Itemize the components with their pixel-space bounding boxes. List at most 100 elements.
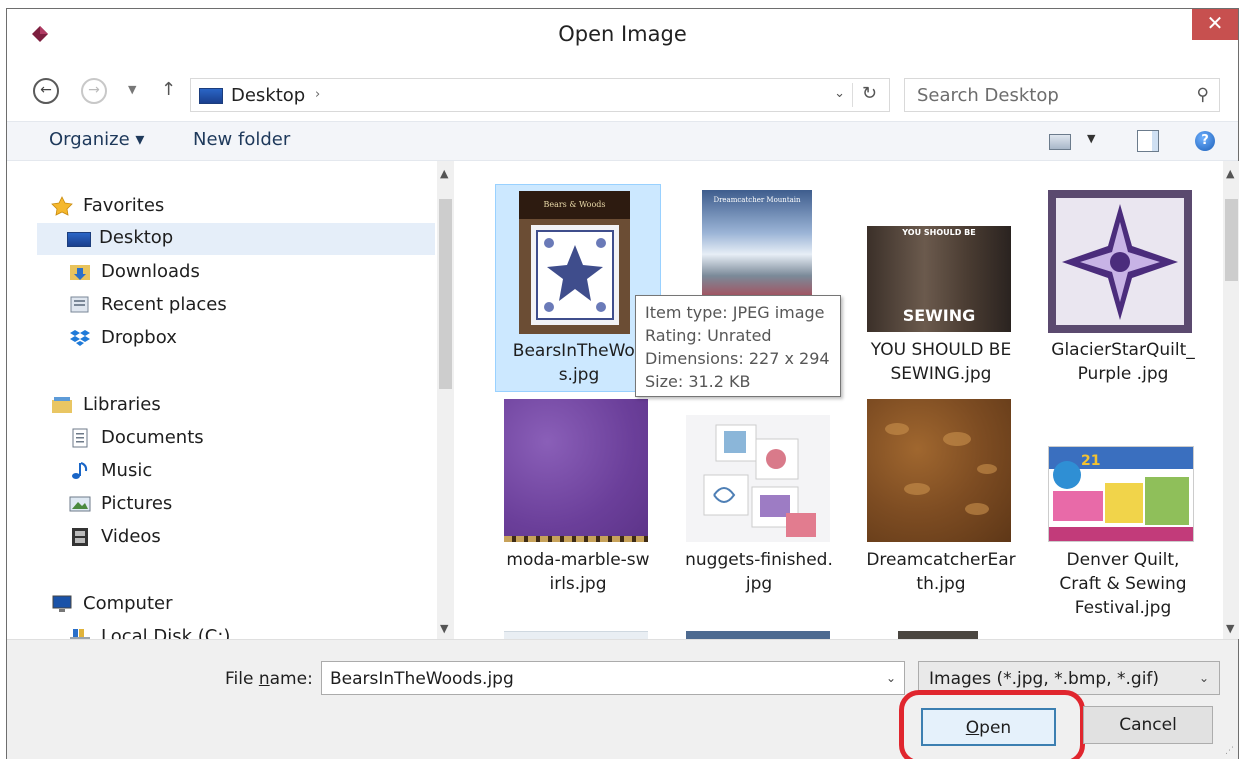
change-view-icon[interactable] (1049, 134, 1071, 150)
file-thumbnail (686, 415, 830, 542)
scroll-down-icon[interactable]: ▼ (1226, 622, 1234, 635)
desktop-icon (67, 232, 91, 247)
star-icon (51, 196, 73, 216)
address-dropdown-icon[interactable]: ⌄ (834, 86, 845, 101)
new-folder-button[interactable]: New folder (193, 129, 290, 150)
nuggets-image (703, 424, 816, 537)
thumbnail-caption: YOU SHOULD BE (902, 228, 976, 237)
navigation-pane: Favorites Desktop Downloads Recent place… (7, 161, 454, 639)
libraries-icon (52, 397, 72, 413)
file-name: Denver Quilt, (1066, 550, 1180, 570)
address-row: ← → ▼ ↑ Desktop › ⌄ ↻ Search Desktop ⚲ (7, 66, 1238, 112)
tooltip-dimensions: Dimensions: 227 x 294 (645, 349, 830, 368)
open-image-dialog: Open Image ✕ ← → ▼ ↑ Desktop › ⌄ ↻ Searc… (6, 8, 1239, 759)
navigation-scrollbar[interactable]: ▲ ▼ (437, 161, 454, 639)
search-input[interactable]: Search Desktop ⚲ (904, 78, 1220, 112)
address-bar[interactable]: Desktop › ⌄ ↻ (190, 78, 890, 112)
search-icon[interactable]: ⚲ (1197, 85, 1209, 105)
file-thumbnail (1048, 190, 1192, 333)
file-name: GlacierStarQuilt_ (1051, 340, 1195, 360)
file-name: SEWING.jpg (890, 364, 992, 384)
preview-pane-icon[interactable] (1137, 130, 1159, 152)
file-thumbnail: Bears & Woods (519, 191, 630, 334)
back-button[interactable]: ← (33, 78, 59, 104)
file-name: th.jpg (916, 574, 966, 594)
thumbnail-edge (504, 536, 648, 542)
file-thumbnail (867, 399, 1011, 542)
downloads-folder-icon (70, 265, 90, 280)
file-name-value[interactable]: BearsInTheWoods.jpg (330, 669, 514, 689)
file-tile-you-should-be-sewing[interactable]: YOU SHOULD BE SEWING YOU SHOULD BE SEWIN… (858, 184, 1024, 392)
desktop-icon (199, 88, 223, 104)
file-name: DreamcatcherEar (866, 550, 1016, 570)
music-icon (72, 462, 88, 479)
thumbnail-caption: Dreamcatcher Mountain (713, 196, 801, 204)
tooltip-size: Size: 31.2 KB (645, 372, 751, 391)
tooltip-item-type: Item type: JPEG image (645, 303, 825, 322)
forward-button[interactable]: → (81, 78, 107, 104)
chevron-down-icon[interactable]: ⌄ (886, 671, 896, 685)
sidebar-label: Documents (101, 427, 204, 448)
breadcrumb-chevron-icon[interactable]: › (315, 87, 320, 102)
file-name: YOU SHOULD BE (870, 340, 1012, 360)
sidebar-label: Music (101, 460, 153, 481)
address-divider (852, 83, 853, 107)
sidebar-label: Local Disk (C:) (101, 626, 231, 639)
file-name: Craft & Sewing (1059, 574, 1187, 594)
sidebar-label: Libraries (83, 394, 161, 415)
sidebar-label: Dropbox (101, 327, 177, 348)
address-location[interactable]: Desktop (231, 85, 305, 106)
sidebar-label: Recent places (101, 294, 227, 315)
help-icon[interactable]: ? (1195, 131, 1215, 151)
file-tile-denver-quilt-festival[interactable]: 21 Denver Quilt, Craft & Sewing Festival… (1040, 395, 1206, 618)
refresh-icon[interactable]: ↻ (862, 83, 877, 104)
file-tile-partial[interactable] (898, 631, 978, 639)
scroll-down-icon[interactable]: ▼ (440, 622, 448, 635)
file-list-scrollbar[interactable]: ▲ ▼ (1223, 161, 1239, 639)
resize-grip-icon[interactable]: ⋰ (1225, 746, 1234, 756)
scroll-up-icon[interactable]: ▲ (1226, 167, 1234, 180)
sidebar-label: Computer (83, 593, 173, 614)
scroll-thumb[interactable] (439, 199, 452, 389)
quilt-image (1056, 198, 1184, 325)
scroll-thumb[interactable] (1225, 199, 1238, 281)
fabric-image (885, 423, 997, 515)
documents-icon (72, 428, 88, 448)
search-placeholder: Search Desktop (917, 85, 1059, 106)
up-button[interactable]: ↑ (161, 79, 176, 100)
file-tile-glacier-star-quilt[interactable]: GlacierStarQuilt_ Purple .jpg (1040, 184, 1206, 392)
sidebar-item-desktop[interactable]: Desktop (37, 223, 435, 255)
file-tile-dreamcatcher-earth[interactable]: DreamcatcherEar th.jpg (858, 395, 1024, 605)
file-name: Purple .jpg (1077, 364, 1169, 384)
file-thumbnail: YOU SHOULD BE SEWING (867, 226, 1011, 332)
chevron-down-icon[interactable]: ⌄ (1199, 671, 1209, 685)
local-disk-icon (70, 629, 90, 639)
view-options-dropdown-icon[interactable]: ▼ (1087, 132, 1095, 145)
cancel-button[interactable]: Cancel (1083, 706, 1213, 744)
file-name: jpg (745, 574, 773, 594)
file-tile-partial[interactable] (686, 631, 830, 639)
sidebar-label: Downloads (101, 261, 200, 282)
file-name-label: File name: (225, 669, 313, 689)
computer-icon (52, 595, 72, 612)
videos-icon (72, 528, 88, 546)
open-button[interactable]: Open (921, 708, 1056, 746)
sidebar-label: Favorites (83, 195, 165, 216)
file-tile-nuggets-finished[interactable]: nuggets-finished. jpg (676, 395, 842, 605)
command-toolbar: Organize ▾ New folder ▼ ? (7, 121, 1238, 161)
quilt-image (531, 225, 619, 325)
scroll-up-icon[interactable]: ▲ (440, 167, 448, 180)
close-button[interactable]: ✕ (1192, 9, 1238, 40)
recent-locations-icon[interactable]: ▼ (128, 83, 136, 96)
tooltip-rating: Rating: Unrated (645, 326, 772, 345)
recent-places-icon (70, 296, 89, 313)
file-type-value[interactable]: Images (*.jpg, *.bmp, *.gif) (929, 669, 1159, 689)
pictures-icon (69, 496, 91, 512)
organize-menu[interactable]: Organize ▾ (49, 129, 144, 150)
file-list: Bears & Woods BearsInTheWoo s.jpg Dreamc… (454, 161, 1239, 639)
file-tile-partial[interactable] (504, 631, 648, 639)
file-tile-moda-marble-swirls[interactable]: moda-marble-sw irls.jpg (495, 395, 661, 605)
window-title: Open Image (558, 22, 687, 46)
sidebar-label: Pictures (101, 493, 173, 514)
file-name-input[interactable]: BearsInTheWoods.jpg ⌄ (321, 661, 905, 695)
